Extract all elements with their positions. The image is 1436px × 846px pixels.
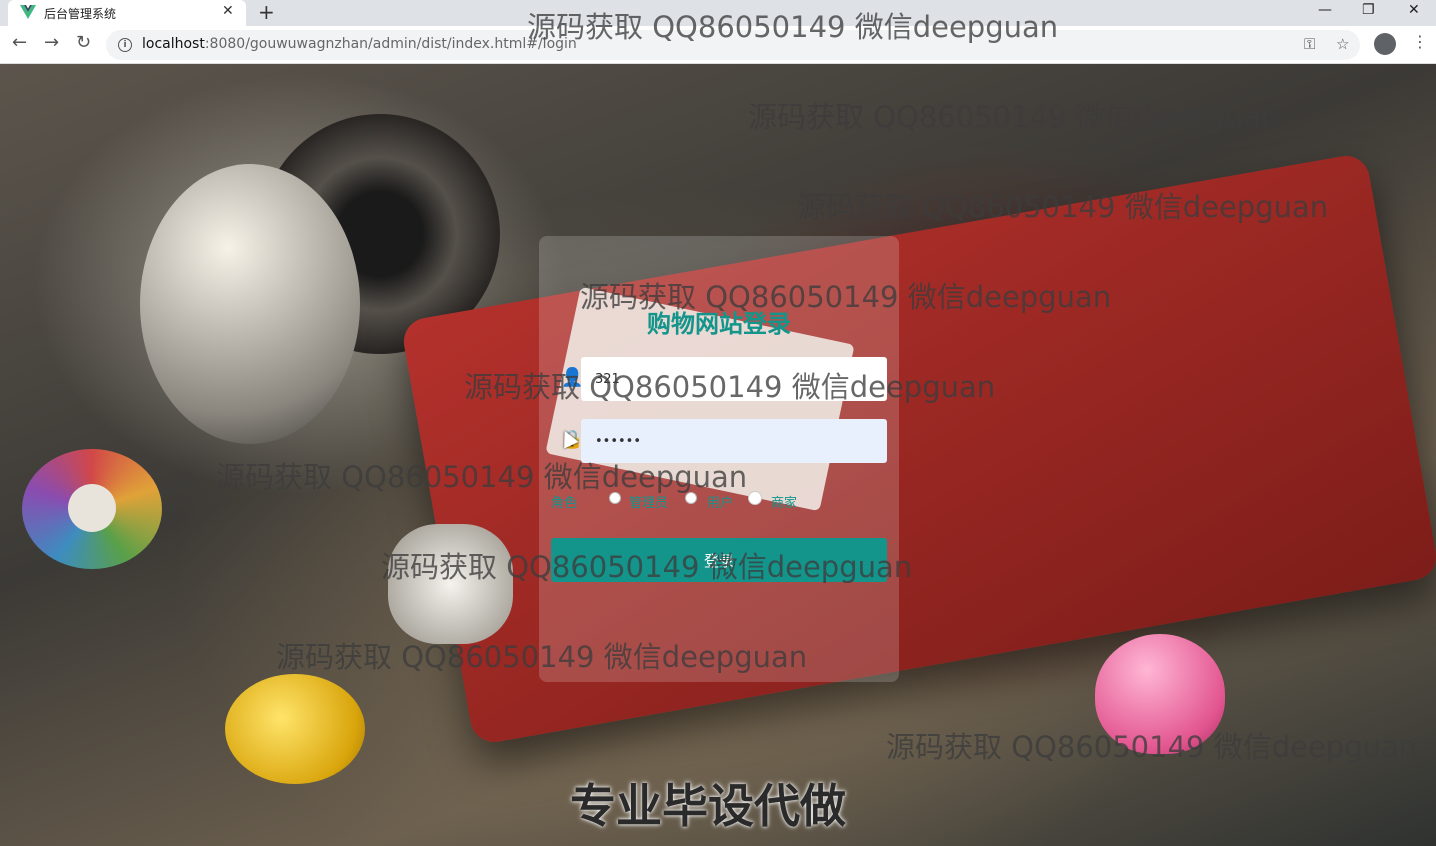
restore-button[interactable]: ❐: [1362, 2, 1375, 18]
tab-close-icon[interactable]: ✕: [222, 3, 234, 19]
star-icon[interactable]: ☆: [1336, 35, 1349, 53]
role-label: 角色: [551, 496, 578, 511]
address-bar[interactable]: i localhost:8080/gouwuwagnzhan/admin/dis…: [106, 30, 1360, 60]
password-input[interactable]: [581, 419, 887, 463]
role-selector: 角色 管理员 用户 商家: [551, 490, 891, 511]
role-option-admin[interactable]: 管理员: [629, 492, 668, 511]
info-icon[interactable]: i: [118, 38, 132, 52]
login-panel: 购物网站登录 👤 🔒 角色 管理员 用户 商家 登录: [539, 236, 899, 682]
browser-toolbar: ← → ↻ i localhost:8080/gouwuwagnzhan/adm…: [0, 26, 1436, 64]
close-window-button[interactable]: ✕: [1408, 2, 1420, 18]
url-host: localhost: [142, 36, 205, 52]
login-title: 购物网站登录: [647, 310, 791, 338]
reload-icon[interactable]: ↻: [76, 32, 91, 53]
tab-title: 后台管理系统: [44, 7, 117, 21]
username-input[interactable]: [581, 357, 887, 401]
login-button[interactable]: 登录: [551, 538, 887, 582]
role-option-merchant[interactable]: 商家: [771, 492, 797, 511]
url-text[interactable]: localhost:8080/gouwuwagnzhan/admin/dist/…: [142, 36, 577, 52]
background-flower-center: [68, 484, 116, 532]
arrow-right-icon[interactable]: →: [44, 32, 59, 53]
promo-banner: 专业毕设代做: [570, 779, 846, 833]
url-path: :8080/gouwuwagnzhan/admin/dist/index.htm…: [204, 36, 577, 52]
arrow-left-icon[interactable]: ←: [12, 32, 27, 53]
background-shell: [140, 164, 360, 444]
background-coin: [225, 674, 365, 784]
role-option-user[interactable]: 用户: [707, 492, 733, 511]
browser-tab-bar: 后台管理系统 ✕ + — ❐ ✕: [0, 0, 1436, 26]
role-radio-user[interactable]: [685, 492, 697, 504]
vue-logo-icon: [20, 5, 36, 19]
background-heart: [1095, 634, 1225, 754]
minimize-button[interactable]: —: [1318, 2, 1332, 18]
role-radio-merchant[interactable]: [749, 492, 761, 504]
new-tab-button[interactable]: +: [258, 0, 275, 24]
role-radio-admin[interactable]: [609, 492, 621, 504]
background-gem: [388, 524, 513, 644]
key-icon[interactable]: ⚿: [1304, 35, 1315, 53]
browser-tab[interactable]: 后台管理系统 ✕: [8, 0, 246, 26]
more-vert-icon[interactable]: ⋮: [1412, 32, 1428, 51]
avatar-icon[interactable]: [1374, 33, 1396, 55]
